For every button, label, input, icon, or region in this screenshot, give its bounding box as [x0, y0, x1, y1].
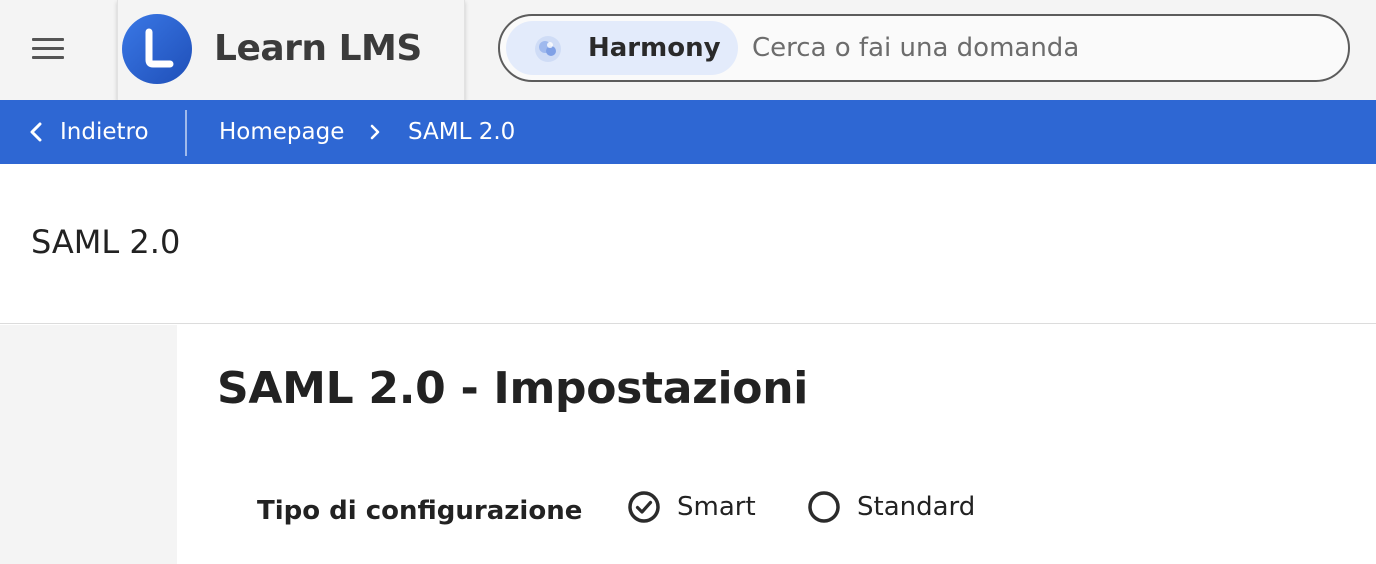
- search-bar[interactable]: Harmony: [498, 14, 1350, 82]
- radio-standard-label: Standard: [857, 492, 976, 522]
- radio-smart-label: Smart: [677, 492, 756, 522]
- learn-lms-logo-icon: [122, 14, 192, 84]
- breadcrumb-item-homepage[interactable]: Homepage: [219, 118, 344, 146]
- hamburger-menu-icon[interactable]: [30, 36, 66, 62]
- page-header: SAML 2.0: [0, 164, 1376, 324]
- page-title: SAML 2.0: [31, 223, 181, 261]
- radio-smart[interactable]: Smart: [627, 487, 756, 527]
- harmony-sparkle-icon: [535, 36, 561, 62]
- breadcrumb-item-current: SAML 2.0: [408, 119, 516, 145]
- breadcrumb-divider: [185, 110, 187, 156]
- harmony-button[interactable]: Harmony: [506, 21, 738, 75]
- radio-checked-icon: [628, 491, 660, 523]
- radio-standard[interactable]: Standard: [807, 487, 975, 527]
- back-label: Indietro: [60, 119, 149, 145]
- search-input[interactable]: [752, 26, 1332, 70]
- breadcrumb: Indietro Homepage SAML 2.0: [0, 100, 1376, 164]
- app-logo[interactable]: Learn LMS: [117, 0, 465, 100]
- app-name: Learn LMS: [214, 28, 422, 69]
- back-button[interactable]: Indietro: [26, 100, 149, 164]
- top-bar: Learn LMS Harmony: [0, 0, 1376, 100]
- left-panel: [0, 325, 177, 564]
- chevron-left-icon: [30, 122, 42, 142]
- config-type-label: Tipo di configurazione: [257, 496, 583, 526]
- section-title: SAML 2.0 - Impostazioni: [217, 363, 809, 414]
- settings-content: SAML 2.0 - Impostazioni Tipo di configur…: [177, 325, 1376, 564]
- harmony-label: Harmony: [588, 33, 721, 63]
- chevron-right-icon: [370, 124, 380, 140]
- radio-unchecked-icon: [808, 491, 840, 523]
